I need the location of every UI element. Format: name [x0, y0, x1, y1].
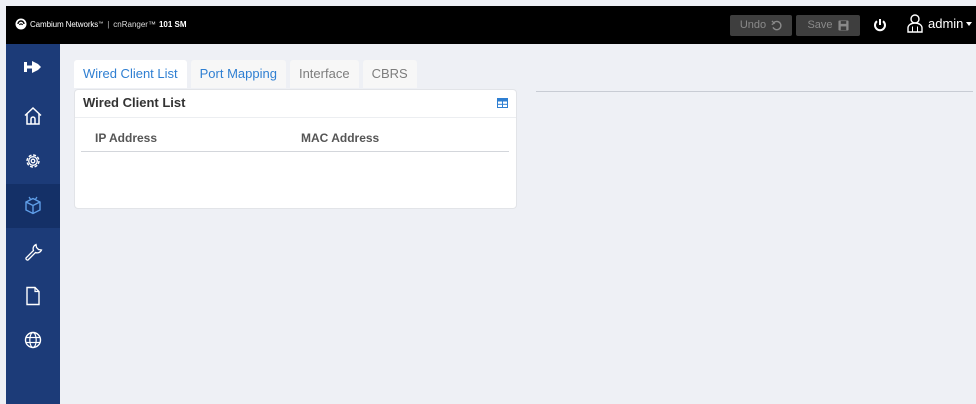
tab-port-mapping[interactable]: Port Mapping	[190, 60, 286, 88]
undo-button[interactable]: Undo	[730, 15, 792, 36]
cambium-logo-icon	[15, 18, 27, 30]
sidebar-item-globe[interactable]	[6, 318, 60, 362]
undo-icon	[771, 20, 782, 31]
main-content: Wired Client List Port Mapping Interface…	[60, 44, 976, 404]
sidebar-item-home[interactable]	[6, 94, 60, 138]
brand: Cambium Networks ™ | cnRanger™ 101 SM	[15, 18, 187, 30]
sidebar	[6, 44, 60, 404]
sidebar-item-tools[interactable]	[6, 230, 60, 274]
tab-cbrs[interactable]: CBRS	[362, 60, 417, 88]
globe-icon	[24, 331, 42, 349]
save-label: Save	[807, 19, 833, 31]
undo-label: Undo	[739, 19, 767, 31]
table-header-divider	[81, 151, 509, 152]
tab-bar: Wired Client List Port Mapping Interface…	[74, 60, 421, 88]
product-name: cnRanger™	[113, 19, 156, 29]
home-icon	[24, 106, 42, 125]
user-menu[interactable]: admin	[906, 13, 973, 33]
power-icon[interactable]	[872, 17, 888, 33]
sidebar-item-pin[interactable]	[6, 45, 60, 89]
panel-title: Wired Client List	[83, 95, 186, 110]
column-header-mac-address[interactable]: MAC Address	[301, 131, 379, 145]
brand-trademark: ™	[98, 21, 104, 27]
brand-separator: |	[107, 19, 110, 29]
sidebar-item-files[interactable]	[6, 274, 60, 318]
sidebar-item-network[interactable]	[6, 184, 60, 228]
column-header-ip-address[interactable]: IP Address	[95, 131, 157, 145]
product-model: 101 SM	[158, 19, 187, 29]
gear-icon	[26, 154, 40, 168]
tab-wired-client-list[interactable]: Wired Client List	[74, 60, 187, 88]
user-name: admin	[928, 15, 964, 31]
wired-client-panel: Wired Client List IP Address MAC Address	[74, 89, 517, 209]
save-button[interactable]: Save	[796, 15, 860, 36]
brand-name: Cambium Networks	[30, 19, 99, 29]
file-icon	[26, 286, 40, 306]
save-icon	[837, 20, 849, 31]
wrench-icon	[25, 243, 43, 261]
box-network-icon	[25, 196, 41, 215]
sidebar-item-settings[interactable]	[6, 139, 60, 183]
chevron-down-icon	[966, 22, 973, 26]
pin-icon	[24, 61, 41, 73]
top-bar: Cambium Networks ™ | cnRanger™ 101 SM Und…	[6, 6, 976, 44]
divider	[536, 91, 973, 92]
user-icon	[907, 14, 923, 33]
panel-separator	[75, 117, 516, 118]
tab-interface[interactable]: Interface	[289, 60, 359, 88]
table-grid-icon[interactable]	[497, 98, 508, 108]
